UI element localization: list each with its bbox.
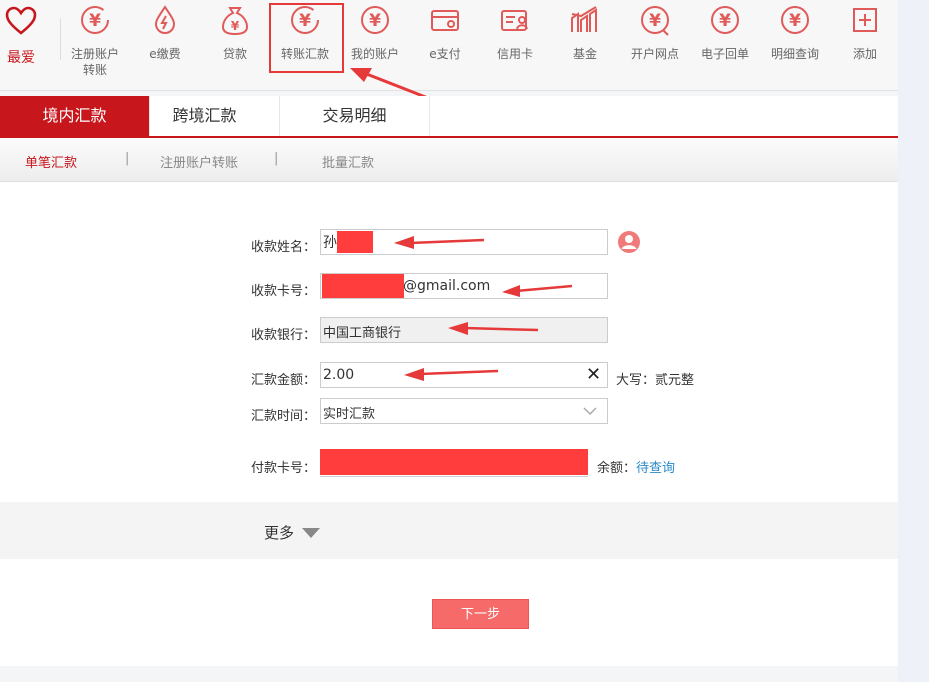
yen-circle-icon: ¥ <box>361 6 389 34</box>
transfer-time-select[interactable]: 实时汇款 <box>320 398 608 424</box>
toolbar-item-label: 电子回单 <box>700 47 749 61</box>
money-bag-icon: ¥ <box>221 7 249 36</box>
balance-label: 余额： <box>597 461 637 476</box>
toolbar-item-1[interactable]: e缴费 <box>130 0 200 90</box>
annotation-arrow-icon <box>448 322 539 335</box>
favorites-label: 最爱 <box>7 50 35 66</box>
toolbar-item-0[interactable]: ¥ 注册账户 转账 <box>60 0 130 90</box>
toolbar-item-6[interactable]: 信用卡 <box>480 0 550 90</box>
toolbar-item-label: 贷款 <box>222 47 247 61</box>
wallet-card-icon <box>431 10 459 31</box>
subtab-divider: | <box>125 151 130 166</box>
amount-uppercase-label: 大写： <box>616 373 656 388</box>
toolbar-item-7[interactable]: 基金 <box>550 0 620 90</box>
toolbar-item-8[interactable]: ¥ 开户网点 <box>620 0 690 90</box>
heart-icon <box>5 6 37 35</box>
yen-circle-icon: ¥ <box>781 6 809 34</box>
balance-query-link[interactable]: 待查询 <box>636 461 675 476</box>
more-label: 更多 <box>264 524 295 542</box>
subtab-batch-transfer[interactable]: 批量汇款 <box>322 152 374 171</box>
toolbar-item-label: 明细查询 <box>770 47 819 61</box>
svg-text:¥: ¥ <box>789 11 801 31</box>
credit-card-user-icon <box>501 10 528 31</box>
yen-location-icon: ¥ <box>641 6 669 36</box>
more-section: 更多 <box>0 503 898 559</box>
bar-chart-icon <box>571 6 597 32</box>
yen-circle-icon: ¥ <box>711 6 739 34</box>
yen-refresh-icon: ¥ <box>81 6 109 34</box>
annotation-arrow-icon <box>502 284 573 297</box>
toolbar-item-10[interactable]: ¥ 明细查询 <box>760 0 830 90</box>
main-tabs: 境内汇款 跨境汇款 交易明细 <box>0 96 898 138</box>
clear-icon[interactable]: ✕ <box>586 364 601 385</box>
redacted-block <box>320 449 588 475</box>
tab-cross-border-transfer[interactable]: 跨境汇款 <box>130 96 280 136</box>
favorites[interactable]: 最爱 <box>0 0 60 90</box>
amount-uppercase-value: 贰元整 <box>655 373 695 388</box>
toolbar-item-label: 添加 <box>852 47 877 61</box>
payee-card-label: 收款卡号： <box>251 284 317 299</box>
balance: 余额：待查询 <box>597 457 675 476</box>
sub-tabs: 单笔汇款 | 注册账户转账 | 批量汇款 <box>0 138 898 182</box>
payee-name-label: 收款姓名： <box>251 240 317 255</box>
amount-label: 汇款金额： <box>251 373 317 388</box>
svg-text:¥: ¥ <box>89 11 101 31</box>
next-step-button[interactable]: 下一步 <box>432 599 529 629</box>
transfer-time-label: 汇款时间： <box>251 409 317 424</box>
chevron-down-icon <box>583 407 597 416</box>
toolbar-item-label: 基金 <box>572 47 597 61</box>
subtab-single-transfer[interactable]: 单笔汇款 <box>25 152 77 171</box>
toolbar-item-9[interactable]: ¥ 电子回单 <box>690 0 760 90</box>
toolbar-item-label: 开户网点 <box>630 47 679 61</box>
annotation-arrow-icon <box>394 236 485 249</box>
redacted-block <box>322 274 404 298</box>
tab-transaction-details[interactable]: 交易明细 <box>280 96 430 136</box>
payer-card-label: 付款卡号： <box>251 461 317 476</box>
toolbar-item-label: 信用卡 <box>496 47 533 61</box>
subtab-divider: | <box>274 151 279 166</box>
contacts-user-icon[interactable] <box>617 230 641 254</box>
svg-text:¥: ¥ <box>369 11 381 31</box>
shortcut-toolbar: 最爱 ¥ 注册账户 转账 e缴费 ¥ 贷款 ¥ 转账汇款 ¥ 我的账户 e支付 信用卡 基金 ¥ 开户网点… <box>0 0 898 91</box>
transfer-form: 收款姓名： 收款卡号： @gmail.com 收款银行： 中国工商银行 <box>0 182 898 502</box>
payee-bank-value: 中国工商银行 <box>323 326 402 341</box>
svg-text:¥: ¥ <box>719 11 731 31</box>
plus-box-icon <box>853 8 877 32</box>
toolbar-item-label: e缴费 <box>149 47 181 61</box>
page: 最爱 ¥ 注册账户 转账 e缴费 ¥ 贷款 ¥ 转账汇款 ¥ 我的账户 e支付 信用卡 基金 ¥ 开户网点… <box>0 0 898 682</box>
toolbar-item-2[interactable]: ¥ 贷款 <box>200 0 270 90</box>
more-toggle[interactable]: 更多 <box>264 522 294 543</box>
transfer-time-value: 实时汇款 <box>323 407 376 422</box>
form-actions: 下一步 <box>0 559 898 666</box>
payee-card-value: @gmail.com <box>403 278 491 294</box>
annotation-highlight-box <box>269 3 344 73</box>
svg-text:¥: ¥ <box>231 19 240 33</box>
payee-bank-label: 收款银行： <box>251 328 317 343</box>
amount-uppercase: 大写：贰元整 <box>616 369 694 388</box>
triangle-down-icon[interactable] <box>302 528 320 539</box>
annotation-arrow-icon <box>404 368 499 381</box>
water-drop-icon <box>154 5 176 35</box>
subtab-registered-account-transfer[interactable]: 注册账户转账 <box>160 152 238 171</box>
redacted-block <box>337 231 373 253</box>
svg-text:¥: ¥ <box>649 11 661 31</box>
tab-domestic-transfer[interactable]: 境内汇款 <box>0 96 150 136</box>
toolbar-item-11[interactable]: 添加 <box>830 0 900 90</box>
toolbar-item-label: 注册账户 转账 <box>70 47 119 77</box>
